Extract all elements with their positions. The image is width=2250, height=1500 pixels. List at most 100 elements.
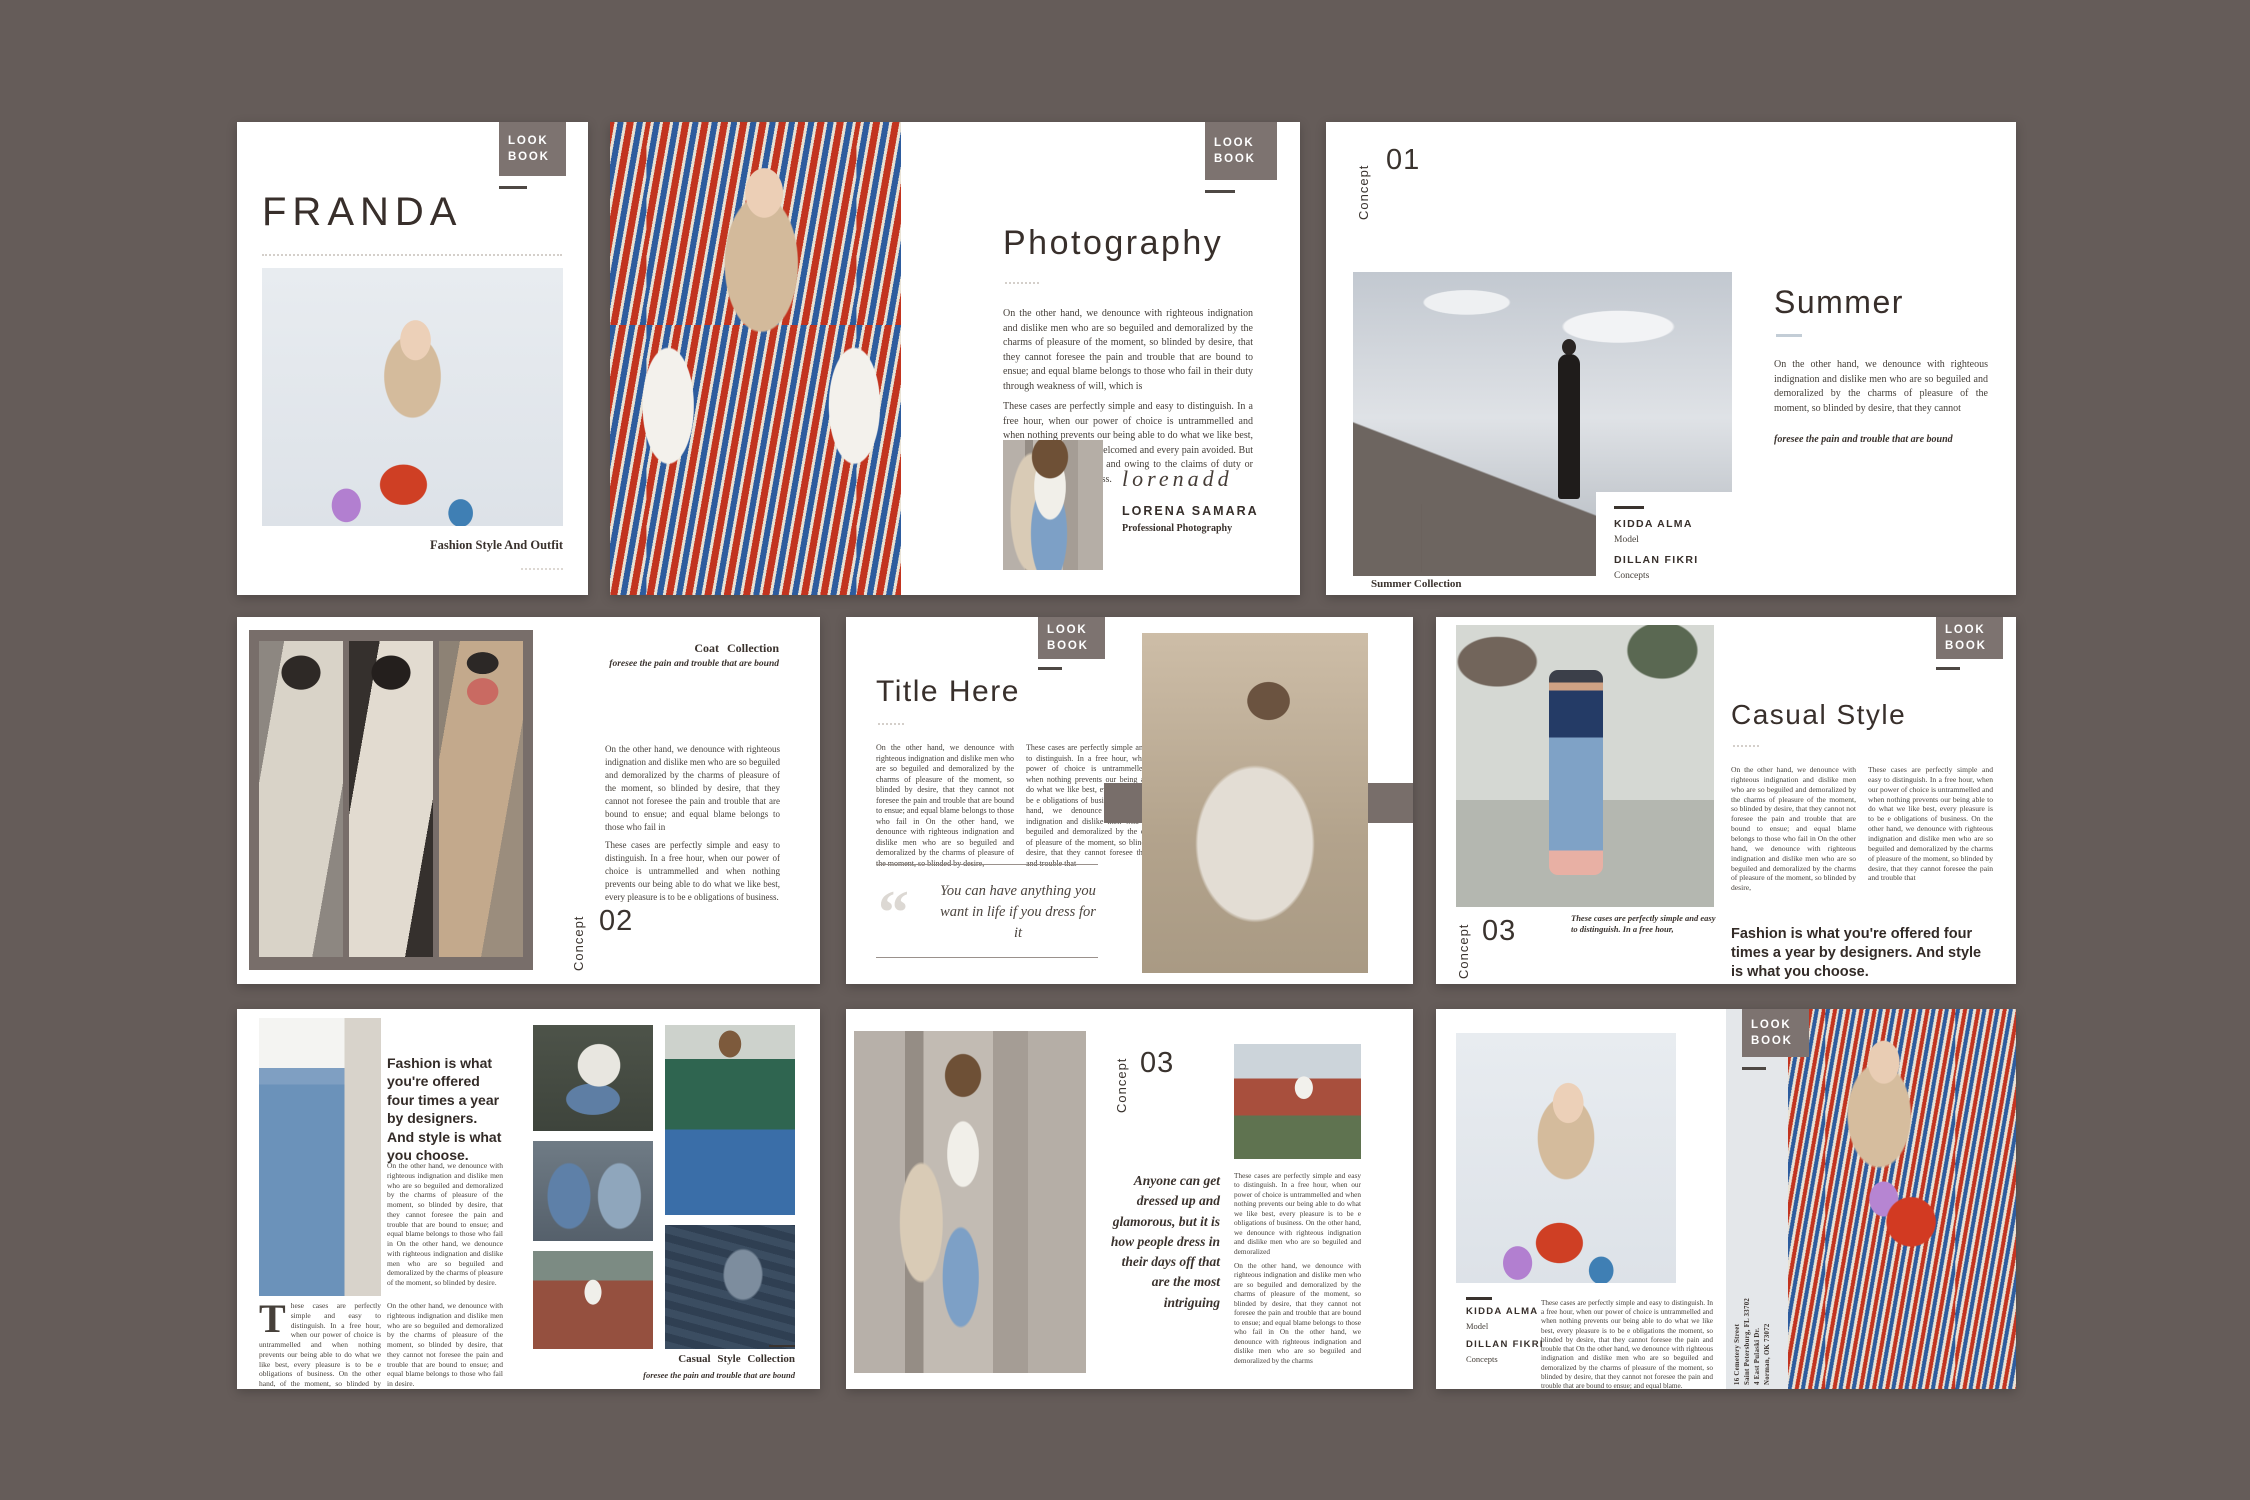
body-paragraph: On the other hand, we denounce with righ… bbox=[1003, 307, 1253, 394]
lookbook-badge: LOOK BOOK bbox=[1936, 617, 2003, 659]
divider-dotted bbox=[878, 723, 904, 725]
cover-caption: Fashion Style And Outfit bbox=[337, 538, 563, 553]
slide-concept-03-street: Concept 03 Anyone can get dressed up and… bbox=[846, 1009, 1413, 1389]
cover-title: FRANDA bbox=[262, 190, 462, 235]
emphasis-line: foresee the pain and trouble that are bo… bbox=[1774, 434, 1988, 445]
photo-red-building bbox=[1234, 1044, 1361, 1159]
address-line: 4 East Pulaski Dr. bbox=[1754, 1291, 1761, 1385]
title-dash bbox=[1776, 334, 1802, 337]
pull-quote: You can have anything you want in life i… bbox=[936, 881, 1100, 944]
body-paragraph: On the other hand, we denounce with righ… bbox=[1234, 1261, 1361, 1365]
badge-line2: BOOK bbox=[508, 149, 566, 165]
divider-dotted bbox=[262, 254, 562, 256]
photo-caption: These cases are perfectly simple and eas… bbox=[1571, 913, 1716, 936]
address-block: 16 Cemetery Street Saint Petersburg, FL … bbox=[1734, 1291, 1771, 1385]
photo-collage-3 bbox=[533, 1141, 653, 1241]
badge-dash bbox=[1742, 1067, 1766, 1070]
text-column: On the other hand, we denounce with righ… bbox=[1731, 765, 1856, 893]
body-paragraph: On the other hand, we denounce with righ… bbox=[387, 1161, 503, 1288]
section-heading: Coat Collection bbox=[537, 641, 779, 656]
badge-dash bbox=[1936, 667, 1960, 670]
address-line: Norman, OK 73072 bbox=[1764, 1291, 1771, 1385]
signature-script: lorenadd bbox=[1122, 466, 1233, 492]
text-column: On the other hand, we denounce with righ… bbox=[876, 743, 1014, 870]
slide-photography: LOOK BOOK Photography On the other hand,… bbox=[610, 122, 1300, 595]
lookbook-badge: LOOK BOOK bbox=[1038, 617, 1105, 659]
body-paragraph: On the other hand, we denounce with righ… bbox=[605, 743, 780, 834]
statement-text: Fashion is what you're offered four time… bbox=[1731, 925, 1989, 982]
page-title: Casual Style bbox=[1731, 699, 1906, 731]
badge-dash bbox=[1038, 667, 1062, 670]
concept-number: 03 bbox=[1140, 1047, 1174, 1080]
badge-dash bbox=[1205, 190, 1235, 193]
badge-line1: LOOK bbox=[1945, 622, 2003, 638]
badge-line2: BOOK bbox=[1047, 638, 1105, 654]
page-title: Photography bbox=[1003, 224, 1223, 263]
slide-concept-01-summer: Concept 01 Summer On the other hand, we … bbox=[1326, 122, 2016, 595]
photo-collage-4 bbox=[533, 1251, 653, 1349]
slide-fashion-collage: Fashion is what you're offered four time… bbox=[237, 1009, 820, 1389]
concept-label: Concept bbox=[571, 901, 586, 971]
photo-jeans bbox=[259, 1018, 381, 1296]
photo-model-jacket bbox=[1788, 1009, 2016, 1389]
emphasis-line: foresee the pain and trouble that are bo… bbox=[537, 659, 779, 669]
credit-role: Concepts bbox=[1614, 571, 1649, 581]
credits-box: KIDDA ALMA Model DILLAN FIKRI Concepts bbox=[1596, 492, 1744, 595]
page-title: Summer bbox=[1774, 284, 1904, 321]
quote-rule-top bbox=[876, 864, 1098, 865]
credit-name: KIDDA ALMA bbox=[1614, 518, 1693, 530]
photo-collage-2 bbox=[665, 1025, 795, 1215]
concept-number: 03 bbox=[1482, 915, 1516, 948]
model-silhouette bbox=[1558, 354, 1580, 499]
badge-dash bbox=[499, 186, 527, 189]
body-paragraph: These cases are perfectly simple and eas… bbox=[1234, 1171, 1361, 1256]
photographer-role: Professional Photography bbox=[1122, 523, 1232, 534]
credit-name: DILLAN FIKRI bbox=[1466, 1339, 1544, 1350]
address-line: Saint Petersburg, FL 33702 bbox=[1744, 1291, 1751, 1385]
badge-line1: LOOK bbox=[1751, 1017, 1809, 1033]
caption-title: Casual Style Collection bbox=[597, 1353, 795, 1365]
photo-collage-1 bbox=[533, 1025, 653, 1131]
slide-concept-02-coat: Coat Collection foresee the pain and tro… bbox=[237, 617, 820, 984]
lookbook-badge: LOOK BOOK bbox=[1742, 1009, 1809, 1057]
address-line: 16 Cemetery Street bbox=[1734, 1291, 1741, 1385]
credit-role: Model bbox=[1466, 1321, 1488, 1331]
photo-winter-scarf bbox=[1142, 633, 1368, 973]
slide-title-here: LOOK BOOK Title Here On the other hand, … bbox=[846, 617, 1413, 984]
photo-cover-model bbox=[262, 268, 563, 526]
credit-role: Concepts bbox=[1466, 1354, 1498, 1364]
quote-icon: “ bbox=[878, 895, 909, 932]
body-paragraph: These cases are perfectly simple and eas… bbox=[605, 839, 780, 904]
slide-concept-03-casual: These cases are perfectly simple and eas… bbox=[1436, 617, 2016, 984]
body-paragraph: On the other hand, we denounce with righ… bbox=[1774, 358, 1988, 416]
badge-line1: LOOK bbox=[1214, 135, 1277, 151]
photo-coat-1 bbox=[259, 641, 343, 957]
photo-model-portrait bbox=[1456, 1033, 1676, 1283]
quote-rule-bottom bbox=[876, 957, 1098, 958]
body-paragraph: These cases are perfectly simple and eas… bbox=[1541, 1299, 1713, 1389]
text-column: These cases are perfectly simple and eas… bbox=[1868, 765, 1993, 883]
caption-rule bbox=[769, 1345, 795, 1347]
concept-label: Concept bbox=[1356, 148, 1371, 220]
lookbook-badge: LOOK BOOK bbox=[499, 122, 566, 176]
dropcap-paragraph: These cases are perfectly simple and eas… bbox=[259, 1301, 381, 1389]
badge-line2: BOOK bbox=[1751, 1033, 1809, 1049]
badge-line2: BOOK bbox=[1945, 638, 2003, 654]
credit-name: DILLAN FIKRI bbox=[1614, 554, 1698, 566]
concept-number: 02 bbox=[599, 905, 633, 938]
photo-caption: Summer Collection bbox=[1371, 578, 1462, 590]
pull-quote: Anyone can get dressed up and glamorous,… bbox=[1104, 1171, 1220, 1313]
badge-line1: LOOK bbox=[508, 133, 566, 149]
concept-number: 01 bbox=[1386, 144, 1420, 177]
lookbook-badge: LOOK BOOK bbox=[1205, 122, 1277, 180]
credit-rule bbox=[1614, 506, 1644, 509]
photographer-name: LORENA SAMARA bbox=[1122, 504, 1259, 518]
slide-lookbook-back: KIDDA ALMA Model DILLAN FIKRI Concepts T… bbox=[1436, 1009, 2016, 1389]
photo-collage-5 bbox=[665, 1225, 795, 1349]
model-silhouette bbox=[1549, 670, 1603, 875]
divider-dotted bbox=[1733, 745, 1759, 747]
credit-role: Model bbox=[1614, 535, 1639, 545]
photo-coat-3 bbox=[439, 641, 523, 957]
photo-model-colorful-dress bbox=[610, 122, 901, 595]
statement-text: Fashion is what you're offered four time… bbox=[387, 1054, 503, 1165]
